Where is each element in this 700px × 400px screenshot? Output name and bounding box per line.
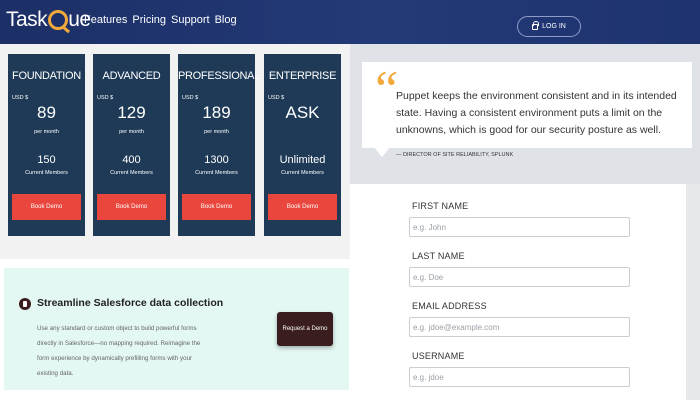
username-field[interactable] [409,367,630,387]
book-demo-button[interactable]: Book Demo [97,194,166,220]
top-navbar: Task ue Features Pricing Support Blog LO… [0,0,700,44]
plan-period: per month [119,129,144,135]
plan-card-foundation: FOUNDATION USD $ 89 per month 150 Curren… [8,54,85,236]
logo-q-icon [48,10,69,30]
salesforce-promo-card: Streamline Salesforce data collection Us… [4,268,349,390]
plan-members: 150 [37,154,56,166]
last-name-field[interactable] [409,267,630,287]
logo-prefix: Task [6,8,48,31]
testimonial-author: — DIRECTOR OF SITE RELIABILITY, SPLUNK [396,152,514,158]
plan-price: 189 [202,103,231,122]
plan-members-label: Current Members [195,170,238,176]
plan-price: 89 [37,103,56,122]
plan-card-enterprise: ENTERPRISE USD $ ASK Unlimited Current M… [264,54,341,236]
login-label: LOG IN [542,23,566,30]
login-button[interactable]: LOG IN [517,16,581,37]
plan-members-label: Current Members [281,170,324,176]
plan-currency: USD $ [12,95,29,101]
plan-currency: USD $ [97,95,114,101]
request-demo-button[interactable]: Request a Demo [277,312,333,346]
plan-price: ASK [285,103,320,122]
testimonial-tail [374,147,390,157]
email-field[interactable] [409,317,630,337]
plan-members-label: Current Members [110,170,153,176]
promo-description: Use any standard or custom object to bui… [37,325,201,377]
first-name-label: FIRST NAME [412,201,469,211]
plan-name: ADVANCED [102,70,161,82]
nav-support[interactable]: Support [171,14,210,26]
email-label: EMAIL ADDRESS [412,301,487,311]
plan-currency: USD $ [182,95,199,101]
plan-card-advanced: ADVANCED USD $ 129 per month 400 Current… [93,54,170,236]
lock-icon [532,20,540,30]
plan-members: 400 [122,154,141,166]
plan-price: 129 [117,103,146,122]
promo-title: Streamline Salesforce data collection [37,297,224,309]
book-demo-button[interactable]: Book Demo [12,194,81,220]
form-icon [19,298,31,310]
plan-name: PROFESSIONAL [178,70,260,82]
main-nav: Features Pricing Support Blog [84,14,237,26]
nav-features[interactable]: Features [84,14,127,26]
quote-icon: “ [370,61,399,118]
plan-name: FOUNDATION [12,70,81,82]
logo[interactable]: Task ue [6,8,91,32]
plan-period: per month [34,129,59,135]
testimonial-text: Puppet keeps the environment consistent … [396,90,677,136]
plan-members: 1300 [204,154,229,166]
last-name-label: LAST NAME [412,251,465,261]
book-demo-button[interactable]: Book Demo [182,194,251,220]
scroll-gutter [686,184,700,400]
username-label: USERNAME [412,351,465,361]
plan-members-label: Current Members [25,170,68,176]
plan-name: ENTERPRISE [268,70,337,82]
book-demo-button[interactable]: Book Demo [268,194,337,220]
plan-period: per month [204,129,229,135]
nav-blog[interactable]: Blog [215,14,237,26]
nav-pricing[interactable]: Pricing [132,14,166,26]
first-name-field[interactable] [409,217,630,237]
plan-currency: USD $ [268,95,285,101]
plan-card-professional: PROFESSIONAL USD $ 189 per month 1300 Cu… [178,54,260,236]
plan-members: Unlimited [279,154,326,166]
